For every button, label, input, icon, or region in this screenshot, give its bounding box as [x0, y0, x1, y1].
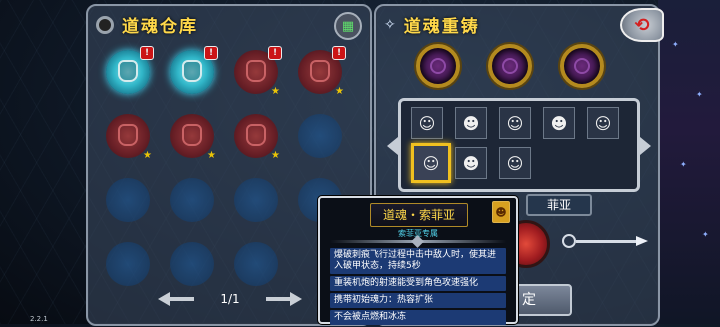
character-portrait[interactable]: ☻ — [455, 107, 487, 139]
selected-character-name: 菲亚 — [526, 194, 592, 216]
back-button[interactable]: ⟲ — [620, 8, 664, 42]
page-indicator: 1/1 — [220, 292, 240, 306]
background-decoration: ✦ ✦ ✦ ✦ — [658, 0, 720, 324]
effect-line: 重装机炮的射速能受到角色攻速强化 — [330, 276, 506, 291]
storage-title: 道魂仓库 — [122, 17, 198, 37]
next-page-arrow-icon[interactable] — [266, 292, 302, 306]
soul-portrait-icon — [118, 60, 138, 82]
soul-socket[interactable] — [488, 44, 532, 88]
character-portrait[interactable]: ☺ — [499, 107, 531, 139]
character-badge-icon: ☻ — [492, 201, 510, 223]
prev-page-arrow-icon[interactable] — [158, 292, 194, 306]
soul-slot[interactable]: ★ — [170, 114, 216, 161]
soul-slot[interactable] — [234, 242, 278, 286]
soul-portrait-icon — [182, 60, 202, 82]
star-icon: ★ — [207, 150, 216, 161]
soul-slot[interactable] — [234, 178, 278, 222]
character-portrait[interactable]: ☻ — [543, 107, 575, 139]
reforge-header: ✧ 道魂重铸 — [384, 12, 480, 38]
soul-portrait-icon — [246, 60, 266, 82]
pager: 1/1 — [158, 292, 302, 306]
tooltip-title: 道魂・索菲亚 — [370, 203, 468, 227]
selector-right-arrow-icon[interactable] — [640, 137, 651, 155]
soul-socket[interactable] — [560, 44, 604, 88]
soul-slot[interactable] — [170, 242, 214, 286]
star-decoration: ✦ — [680, 160, 687, 169]
soul-slot[interactable]: ! — [170, 46, 218, 94]
soul-slot[interactable] — [106, 178, 150, 222]
soul-slot[interactable] — [170, 178, 214, 222]
character-portrait[interactable]: ☺ — [587, 107, 619, 139]
soul-socket-row — [416, 44, 604, 88]
star-icon: ★ — [335, 86, 344, 97]
version-label: 2.2.1 — [30, 315, 48, 323]
star-decoration: ✦ — [672, 40, 679, 49]
star-decoration: ✦ — [702, 230, 709, 239]
effect-line: 携带初始魂力：热容扩张 — [330, 293, 506, 308]
alert-badge-icon: ! — [140, 46, 154, 60]
soul-portrait-icon — [310, 60, 330, 82]
soul-portrait-icon — [246, 124, 266, 146]
soul-slot[interactable]: ! ★ — [234, 46, 282, 97]
tooltip-divider — [330, 240, 506, 243]
reforge-icon: ✧ — [384, 16, 396, 33]
storage-header: 道魂仓库 — [96, 12, 198, 37]
back-arrow-icon: ⟲ — [634, 14, 650, 36]
soul-slot[interactable] — [106, 242, 150, 286]
spear-icon — [562, 234, 648, 248]
effect-line: 爆破刺痕飞行过程中击中敌人时，使其进入破甲状态，持续5秒 — [330, 248, 506, 274]
soul-slot[interactable]: ! — [106, 46, 154, 94]
star-icon: ★ — [143, 150, 152, 161]
soul-slot[interactable]: ★ — [106, 114, 152, 161]
inventory-grid-icon[interactable]: ▦ — [334, 12, 362, 40]
alert-badge-icon: ! — [332, 46, 346, 60]
character-portrait[interactable]: ☺ — [411, 107, 443, 139]
soul-slot[interactable]: ! ★ — [298, 46, 346, 97]
reforge-title: 道魂重铸 — [403, 17, 480, 37]
soul-tooltip: 道魂・索菲亚 ☻ 索菲亚专属 爆破刺痕飞行过程中击中敌人时，使其进入破甲状态，持… — [318, 196, 518, 327]
soul-portrait-icon — [182, 124, 202, 146]
soul-portrait-icon — [118, 124, 138, 146]
soul-slot[interactable]: ★ — [234, 114, 280, 161]
ring-icon — [96, 15, 114, 34]
character-portrait[interactable]: ☻ — [455, 147, 487, 179]
selector-left-arrow-icon[interactable] — [387, 137, 398, 155]
effect-line: 不会被点燃和冰冻 — [330, 310, 506, 325]
soul-socket[interactable] — [416, 44, 460, 88]
tooltip-effects: 爆破刺痕飞行过程中击中敌人时，使其进入破甲状态，持续5秒 重装机炮的射速能受到角… — [330, 248, 506, 327]
star-icon: ★ — [271, 86, 280, 97]
star-icon: ★ — [271, 150, 280, 161]
alert-badge-icon: ! — [204, 46, 218, 60]
soul-slot[interactable] — [298, 114, 342, 158]
alert-badge-icon: ! — [268, 46, 282, 60]
character-portrait[interactable]: ☺ — [499, 147, 531, 179]
star-decoration: ✦ — [696, 90, 703, 99]
character-selector: ☺ ☻ ☺ ☻ ☺ ☺ ☻ ☺ — [387, 98, 651, 192]
character-portrait-selected[interactable]: ☺ — [411, 143, 451, 183]
